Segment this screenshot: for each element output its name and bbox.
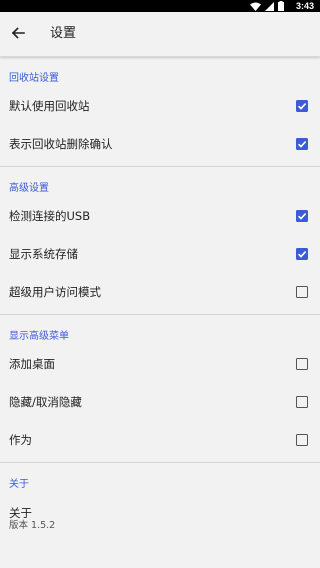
version-text: 版本 1.5.2 <box>9 520 56 531</box>
setting-label: 显示系统存储 <box>9 247 78 261</box>
checkbox[interactable] <box>296 396 308 408</box>
status-bar: 3:43 <box>0 0 320 12</box>
checkbox[interactable] <box>296 210 308 222</box>
arrow-back-icon <box>11 27 25 39</box>
check-icon <box>298 251 307 258</box>
wifi-icon <box>250 2 261 11</box>
section-header-about: 关于 <box>9 479 29 490</box>
about-title: 关于 <box>9 506 32 520</box>
check-icon <box>298 213 307 220</box>
setting-label: 作为 <box>9 433 32 447</box>
checkbox[interactable] <box>296 248 308 260</box>
checkbox[interactable] <box>296 138 308 150</box>
setting-row-root-access[interactable]: 超级用户访问模式 <box>0 273 320 311</box>
setting-row-default-recycle[interactable]: 默认使用回收站 <box>0 87 320 125</box>
check-icon <box>298 103 307 110</box>
app-bar: 设置 <box>0 12 320 57</box>
setting-label: 表示回收站删除确认 <box>9 137 113 151</box>
setting-row-confirm-delete[interactable]: 表示回收站删除确认 <box>0 125 320 163</box>
section-header-advanced: 高级设置 <box>9 183 49 194</box>
checkbox[interactable] <box>296 434 308 446</box>
setting-row-add-desktop[interactable]: 添加桌面 <box>0 345 320 383</box>
setting-label: 检测连接的USB <box>9 209 91 223</box>
setting-label: 超级用户访问模式 <box>9 285 101 299</box>
setting-row-system-storage[interactable]: 显示系统存储 <box>0 235 320 273</box>
section-header-recycle: 回收站设置 <box>9 73 59 84</box>
setting-row-hide-unhide[interactable]: 隐藏/取消隐藏 <box>0 383 320 421</box>
battery-icon <box>278 1 284 11</box>
setting-label: 隐藏/取消隐藏 <box>9 395 82 409</box>
page-title: 设置 <box>50 26 77 41</box>
check-icon <box>298 141 307 148</box>
status-time: 3:43 <box>295 1 314 11</box>
setting-label: 添加桌面 <box>9 357 55 371</box>
setting-label: 默认使用回收站 <box>9 99 90 113</box>
signal-icon <box>265 1 274 11</box>
setting-row-detect-usb[interactable]: 检测连接的USB <box>0 197 320 235</box>
checkbox[interactable] <box>296 286 308 298</box>
checkbox[interactable] <box>296 358 308 370</box>
about-row[interactable]: 关于 版本 1.5.2 <box>0 493 320 532</box>
settings-list: 回收站设置 默认使用回收站 表示回收站删除确认 高级设置 检测连接的USB 显示… <box>0 57 320 532</box>
setting-row-as[interactable]: 作为 <box>0 421 320 459</box>
checkbox[interactable] <box>296 100 308 112</box>
section-header-advanced-menu: 显示高级菜单 <box>9 331 69 342</box>
status-icons <box>250 1 284 11</box>
back-button[interactable] <box>8 23 28 43</box>
